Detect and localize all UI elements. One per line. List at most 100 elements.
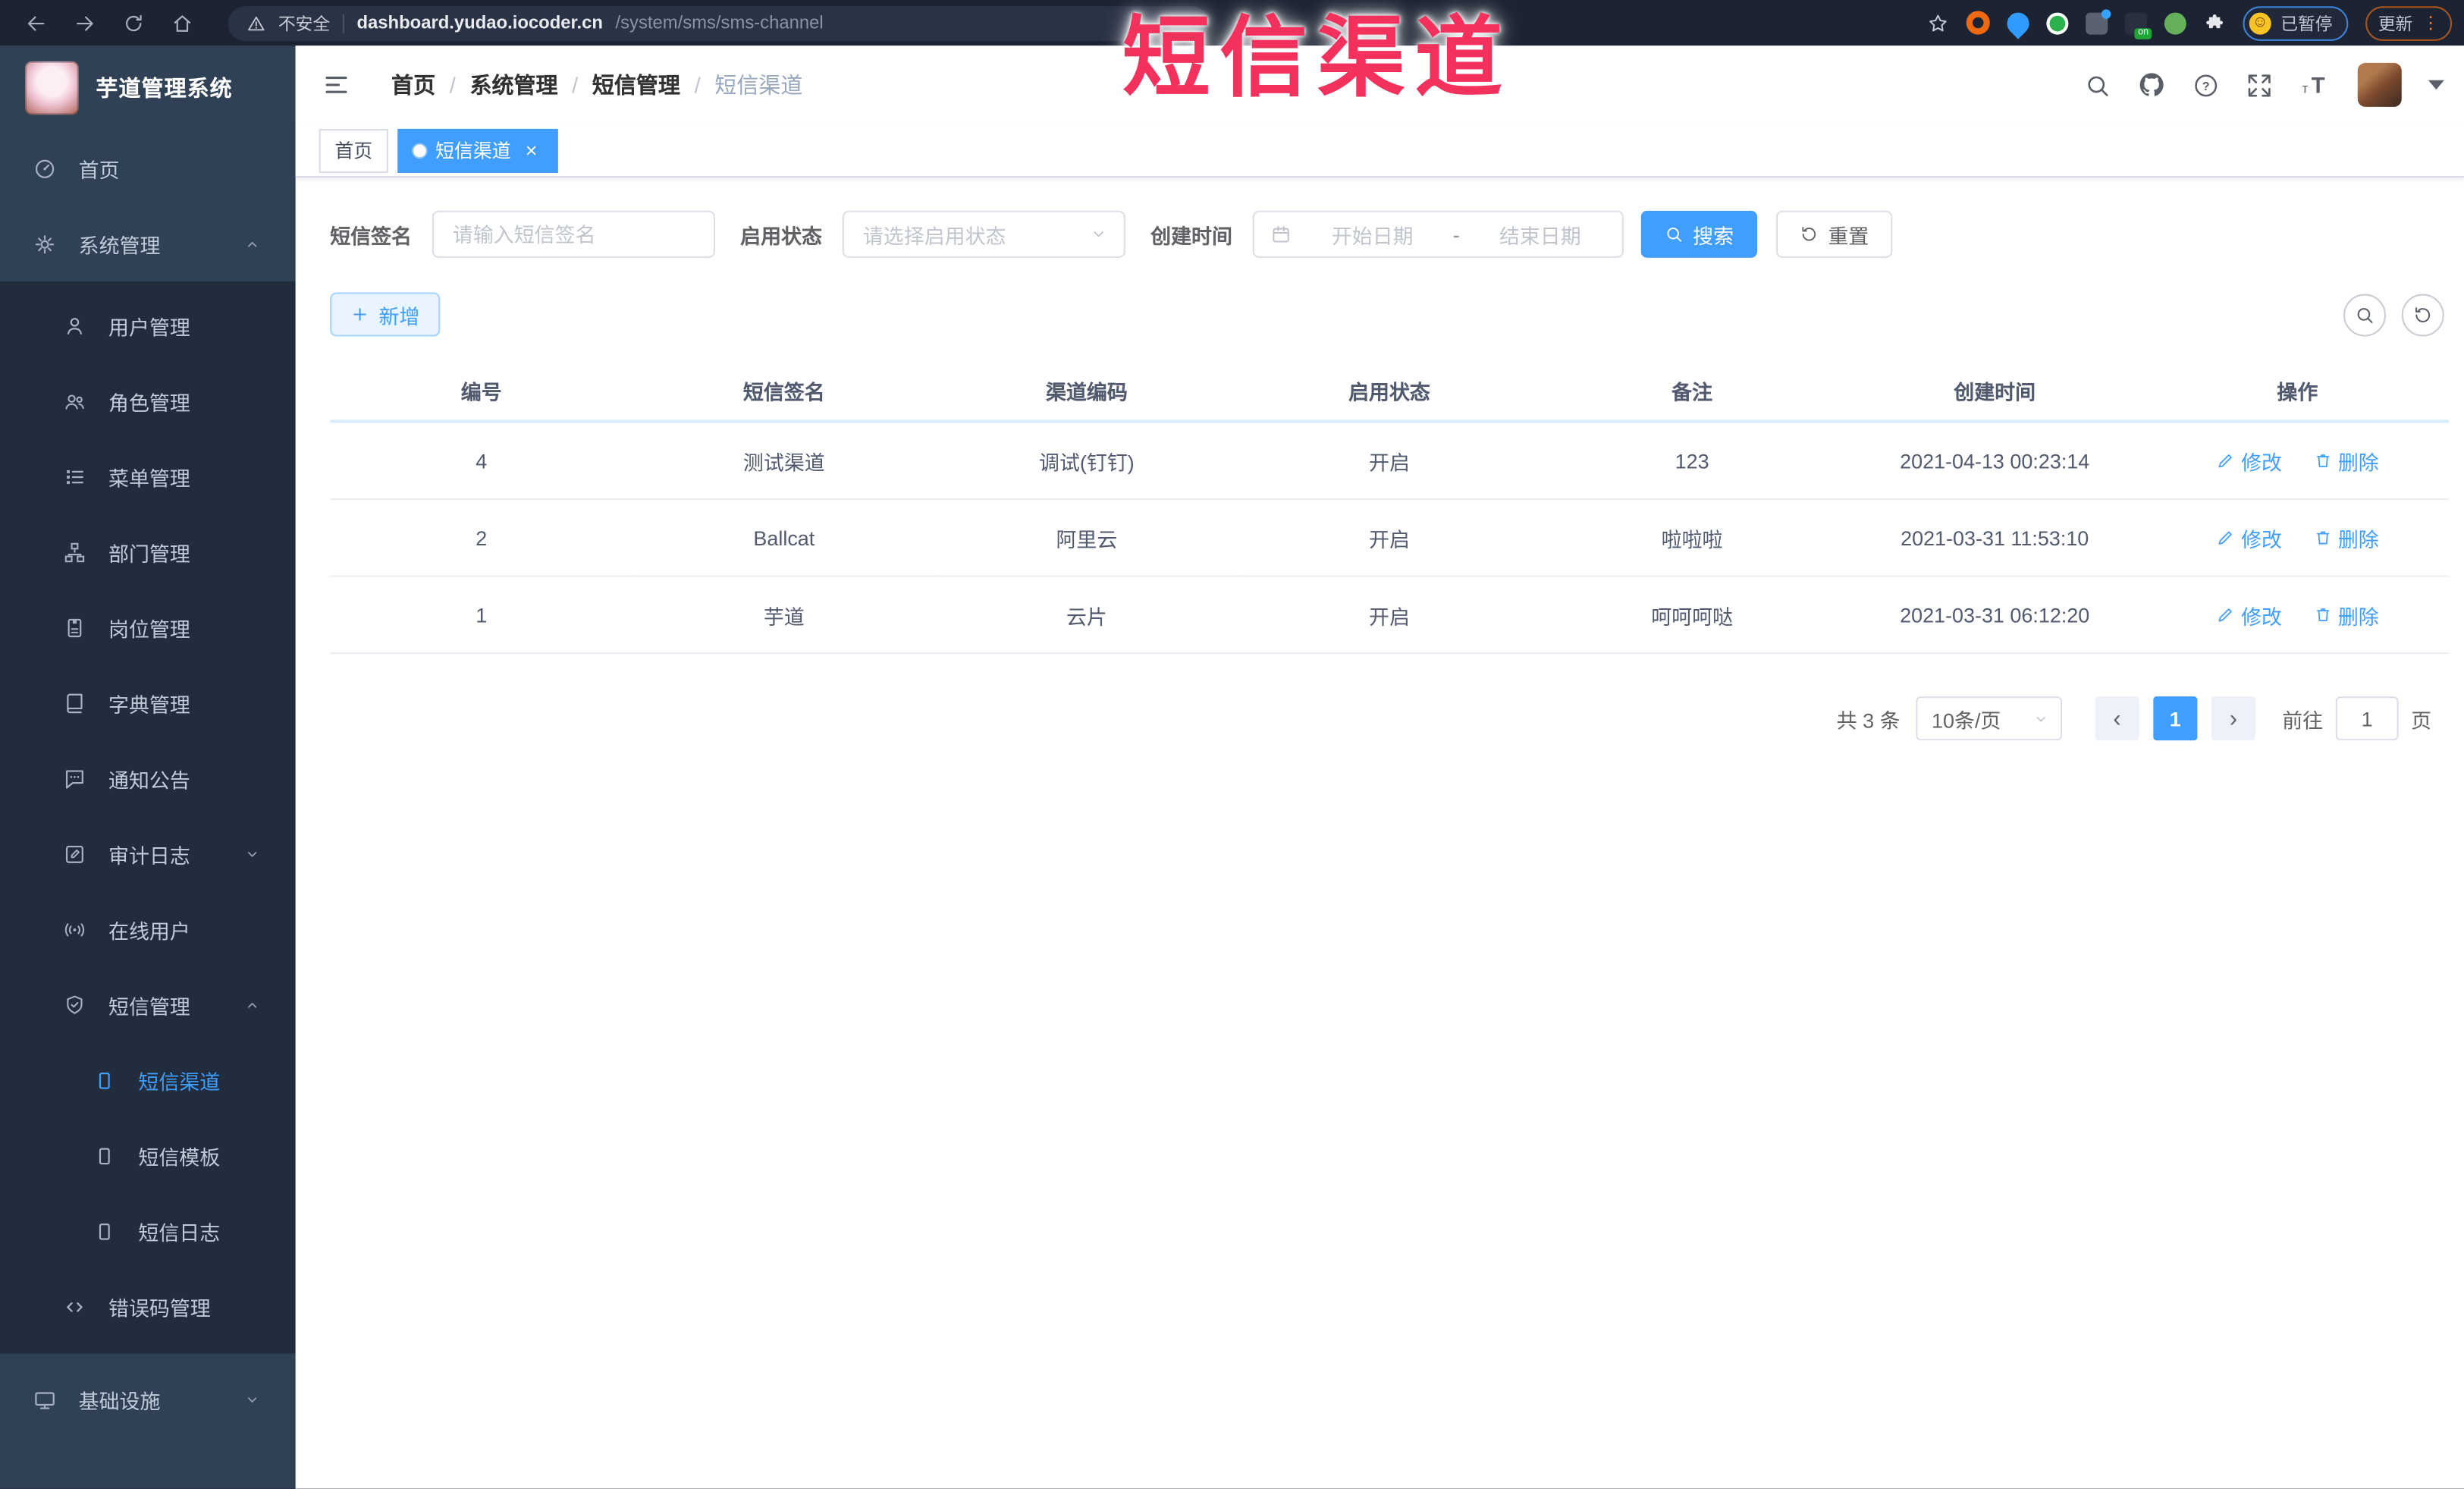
address-bar[interactable]: 不安全 dashboard.yudao.iocoder.cn/system/sm… <box>228 5 1209 40</box>
user-avatar[interactable] <box>2357 62 2402 107</box>
peoples-icon <box>63 389 86 413</box>
sidebar-item-sms-log[interactable]: 短信日志 <box>0 1193 296 1268</box>
edit-link[interactable]: 修改 <box>2216 600 2282 630</box>
extensions-puzzle-icon[interactable] <box>2204 12 2226 34</box>
breadcrumb-home[interactable]: 首页 <box>391 69 435 100</box>
filter-form: 短信签名 启用状态 请选择启用状态 创建时间 开始日期 - 结束日期 搜索 <box>330 210 2449 258</box>
prev-page-button[interactable]: ‹ <box>2095 696 2139 741</box>
end-date-placeholder[interactable]: 结束日期 <box>1474 219 1606 249</box>
browser-update-button[interactable]: 更新 ⋮ <box>2365 5 2453 40</box>
range-separator: - <box>1452 222 1460 247</box>
profile-paused-badge[interactable]: ☺ 已暂停 <box>2243 5 2349 40</box>
sidebar-item-audit-log[interactable]: 审计日志 <box>0 816 296 891</box>
sidebar-item-sms-channel[interactable]: 短信渠道 <box>0 1042 296 1117</box>
page-1-button[interactable]: 1 <box>2153 696 2198 741</box>
sidebar-collapse-icon[interactable] <box>322 71 350 99</box>
extension-icon-switch[interactable]: on <box>2125 11 2152 39</box>
cell-id: 1 <box>330 576 633 655</box>
phone-icon <box>93 1219 116 1242</box>
search-button[interactable]: 搜索 <box>1640 210 1758 258</box>
sidebar-item-roles[interactable]: 角色管理 <box>0 363 296 438</box>
active-dot-icon <box>413 143 426 157</box>
sidebar-item-label: 短信管理 <box>108 994 190 1018</box>
browser-reload-icon[interactable] <box>123 12 145 34</box>
sidebar-item-dict[interactable]: 字典管理 <box>0 665 296 740</box>
tag-close-icon[interactable]: × <box>520 138 542 161</box>
browser-home-icon[interactable] <box>171 12 193 34</box>
bookmark-star-icon[interactable] <box>1927 12 1949 34</box>
sidebar-item-infrastructure[interactable]: 基础设施 <box>0 1353 296 1444</box>
sidebar-item-posts[interactable]: 岗位管理 <box>0 589 296 664</box>
extension-icon-green[interactable] <box>2046 11 2069 34</box>
extension-icon-blue-drop[interactable] <box>2002 7 2034 39</box>
edit-link[interactable]: 修改 <box>2216 523 2282 552</box>
select-chevron-down-icon <box>2032 710 2050 727</box>
sidebar-item-users[interactable]: 用户管理 <box>0 287 296 363</box>
sidebar-item-menus[interactable]: 菜单管理 <box>0 438 296 514</box>
pagination-total: 共 3 条 <box>1836 708 1901 732</box>
browser-nav-buttons <box>0 12 193 34</box>
sidebar-item-sms[interactable]: 短信管理 <box>0 967 296 1042</box>
start-date-placeholder[interactable]: 开始日期 <box>1306 219 1439 249</box>
breadcrumb-system[interactable]: 系统管理 <box>469 69 557 100</box>
breadcrumb-current: 短信渠道 <box>714 72 803 98</box>
sidebar-item-error-code[interactable]: 错误码管理 <box>0 1269 296 1344</box>
avatar-caret-down-icon[interactable] <box>2428 80 2444 90</box>
cell-sign: 芋道 <box>632 576 936 655</box>
sign-filter-input[interactable] <box>432 210 716 258</box>
select-chevron-down-icon <box>1089 225 1108 243</box>
font-size-icon[interactable] <box>2299 69 2331 100</box>
status-filter-select[interactable]: 请选择启用状态 <box>842 210 1125 258</box>
create-time-range-picker[interactable]: 开始日期 - 结束日期 <box>1252 210 1624 258</box>
browser-menu-icon[interactable]: ⋮ <box>2422 13 2440 33</box>
sidebar-item-sms-template[interactable]: 短信模板 <box>0 1118 296 1193</box>
add-button[interactable]: 新增 <box>330 292 441 337</box>
github-icon[interactable] <box>2138 71 2166 99</box>
browser-back-icon[interactable] <box>25 12 47 34</box>
app-title: 芋道管理系统 <box>96 75 233 101</box>
screenshot-root: 不安全 dashboard.yudao.iocoder.cn/system/sm… <box>0 0 2464 1489</box>
help-icon[interactable] <box>2192 71 2219 98</box>
calendar-icon <box>1270 223 1292 245</box>
sidebar-item-online-users[interactable]: 在线用户 <box>0 891 296 966</box>
navbar-right-tools <box>2084 62 2464 107</box>
delete-link[interactable]: 删除 <box>2313 446 2379 476</box>
breadcrumb-sms[interactable]: 短信管理 <box>592 69 680 100</box>
cell-status: 开启 <box>1238 576 1541 655</box>
extension-icon-plant[interactable] <box>2164 11 2186 34</box>
sidebar-item-system[interactable]: 系统管理 <box>0 206 296 281</box>
delete-link[interactable]: 删除 <box>2313 523 2379 552</box>
delete-link[interactable]: 删除 <box>2313 600 2379 630</box>
goto-page-input[interactable] <box>2335 696 2399 741</box>
sidebar-logo-row[interactable]: 芋道管理系统 <box>0 46 296 130</box>
extension-icon-orange[interactable] <box>1966 11 1990 35</box>
edit-pencil-icon <box>2216 451 2235 470</box>
stage: 不安全 dashboard.yudao.iocoder.cn/system/sm… <box>0 0 2464 1489</box>
top-navbar: 首页 / 系统管理 / 短信管理 / 短信渠道 <box>295 46 2464 124</box>
trash-icon <box>2313 528 2332 547</box>
security-warning-icon[interactable] <box>246 14 265 33</box>
hide-search-button[interactable] <box>2343 293 2387 336</box>
fullscreen-icon[interactable] <box>2246 71 2273 98</box>
sidebar-item-depts[interactable]: 部门管理 <box>0 514 296 589</box>
tag-home[interactable]: 首页 <box>319 127 388 172</box>
browser-forward-icon[interactable] <box>74 12 96 34</box>
reset-button[interactable]: 重置 <box>1776 210 1893 258</box>
col-actions: 操作 <box>2145 360 2449 423</box>
sidebar-item-notice[interactable]: 通知公告 <box>0 740 296 815</box>
refresh-table-button[interactable] <box>2401 293 2444 336</box>
status-filter-label: 启用状态 <box>740 224 822 248</box>
sidebar-item-label: 部门管理 <box>108 541 190 566</box>
search-icon[interactable] <box>2084 71 2111 98</box>
security-label[interactable]: 不安全 <box>278 10 330 35</box>
edit-link[interactable]: 修改 <box>2216 446 2282 476</box>
app-logo <box>25 61 79 115</box>
extension-icon-gray[interactable] <box>2086 8 2111 34</box>
page-size-select[interactable]: 10条/页 <box>1916 696 2063 741</box>
sidebar-item-home[interactable]: 首页 <box>0 130 296 206</box>
emoji-face-icon: ☺ <box>2249 11 2271 34</box>
menu-list-icon <box>63 464 86 488</box>
tag-sms-channel[interactable]: 短信渠道 × <box>397 127 558 172</box>
next-page-button[interactable]: › <box>2211 696 2255 741</box>
sidebar-submenu-system: 用户管理 角色管理 菜单管理 部门管理 岗位管理 字典管理 通知公告 审计日志 … <box>0 281 296 1354</box>
